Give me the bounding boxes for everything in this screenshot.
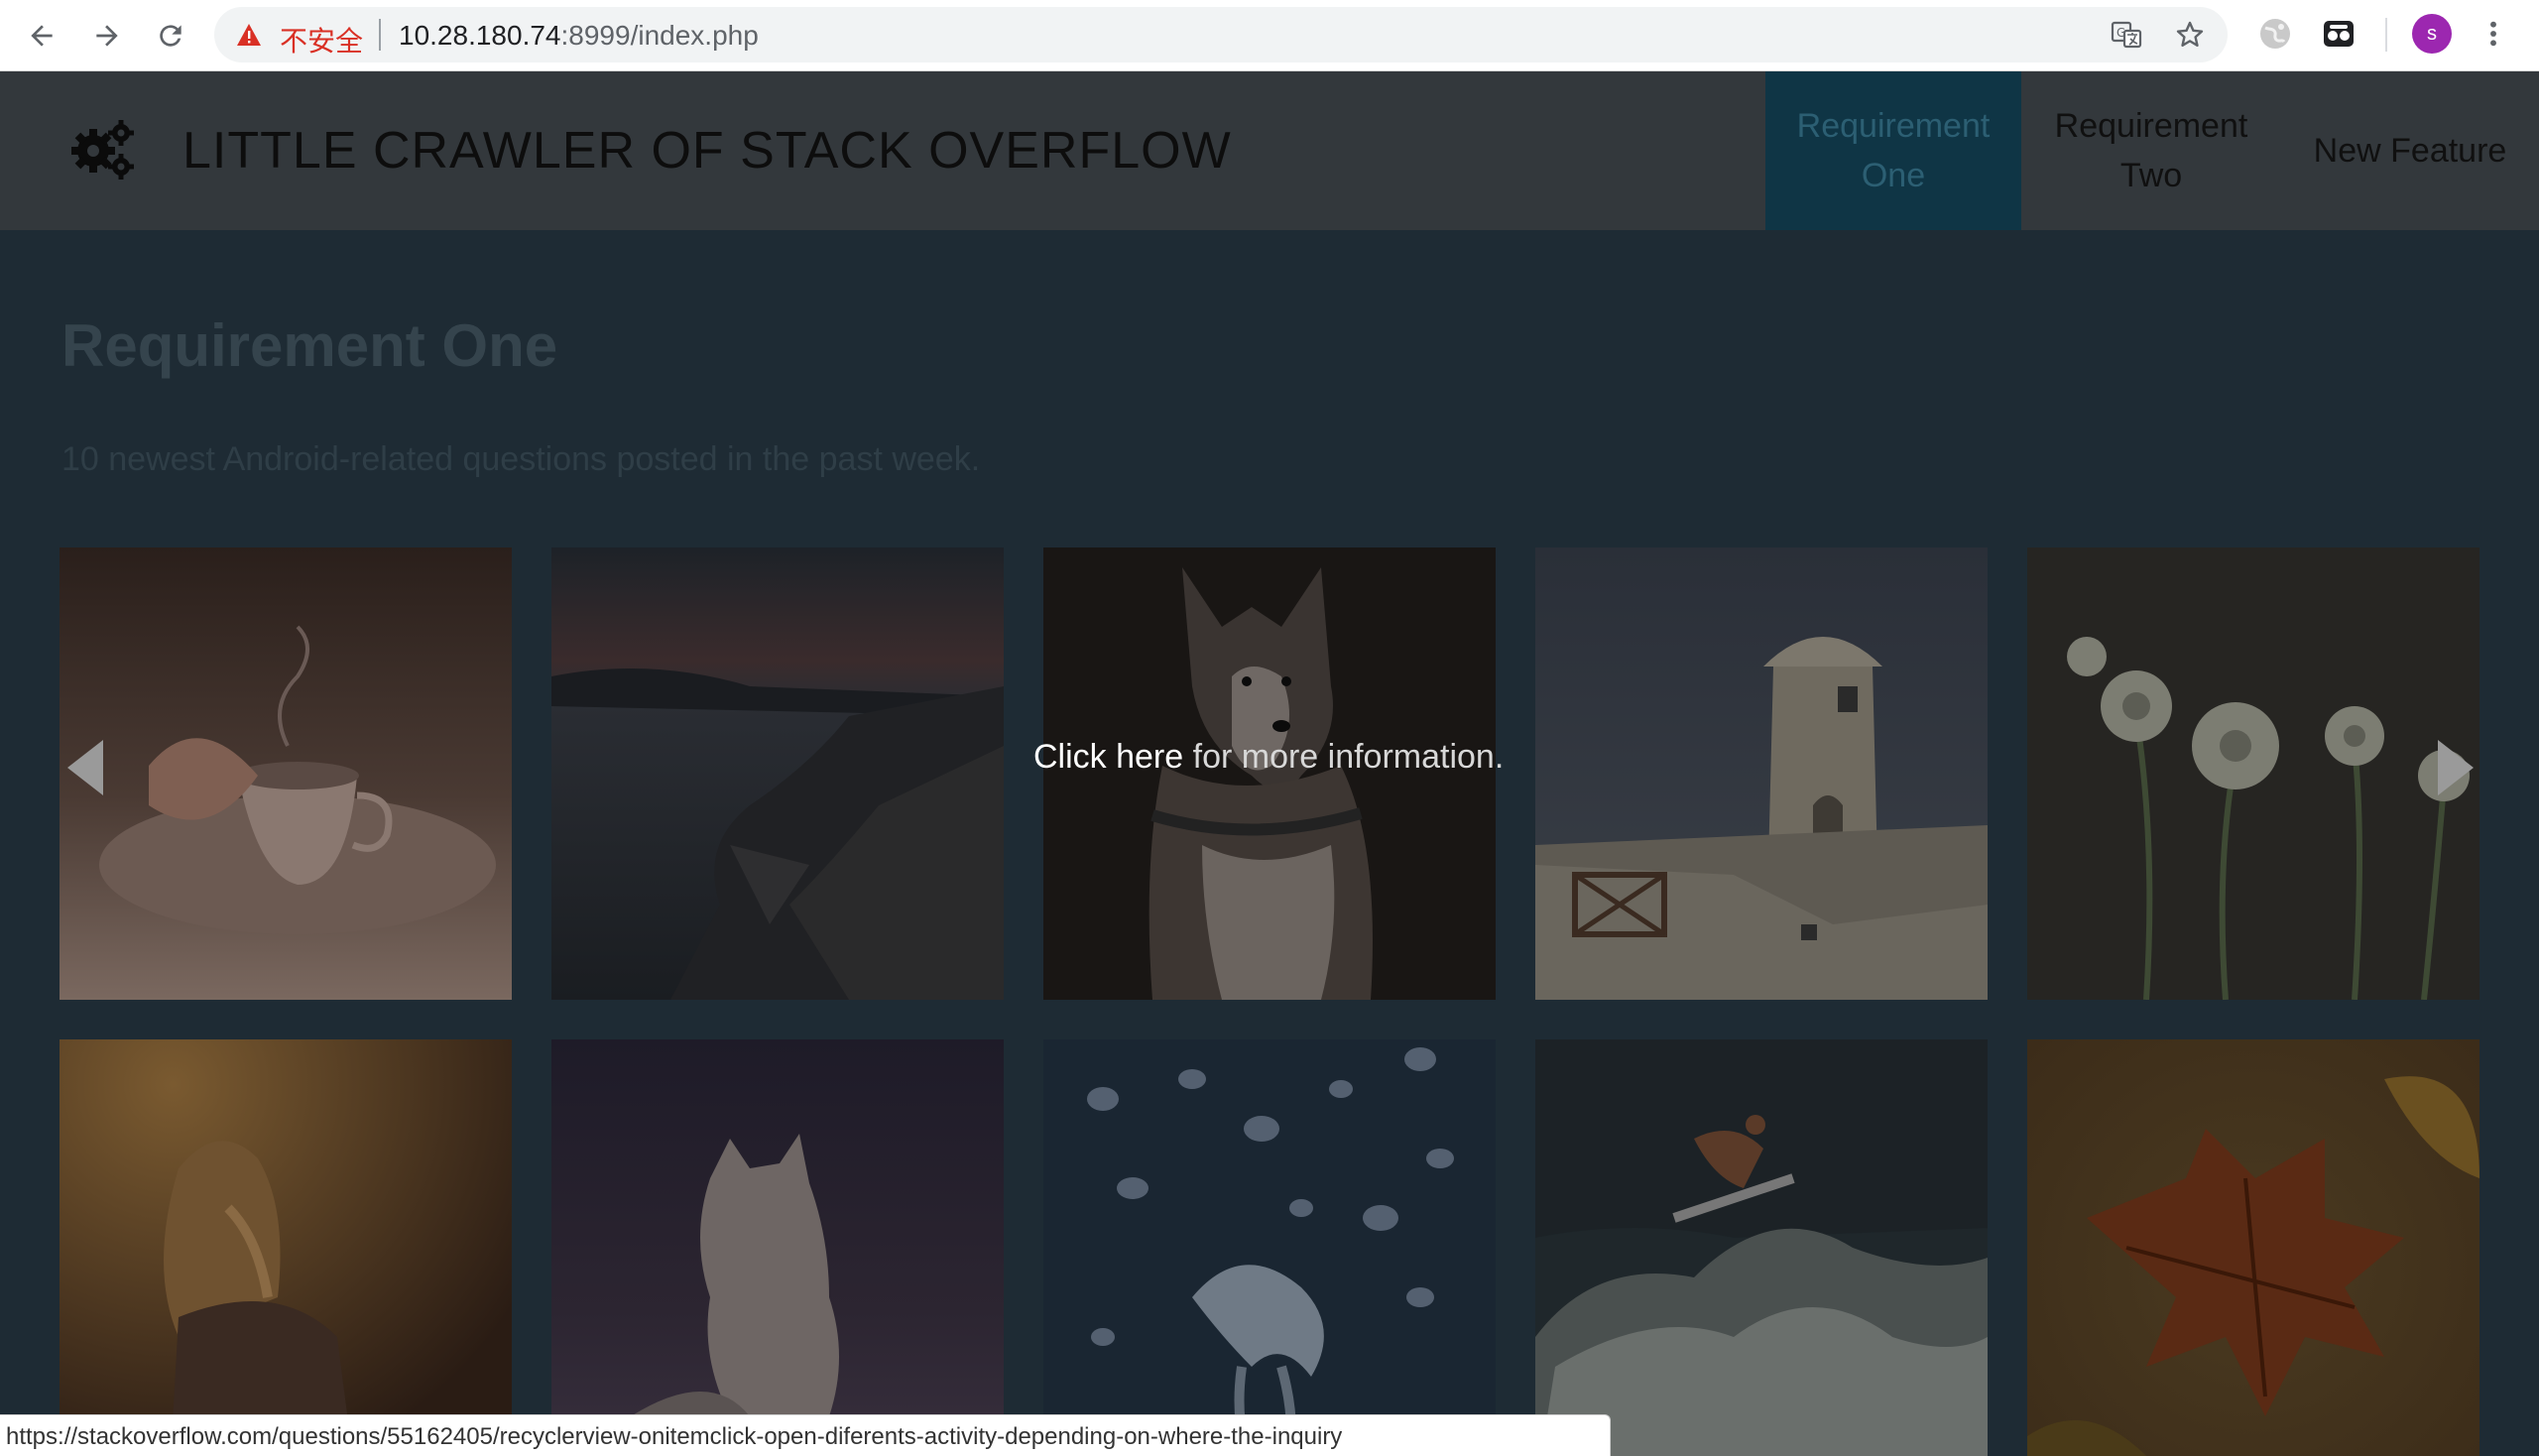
site-title: LITTLE CRAWLER OF STACK OVERFLOW (182, 122, 1232, 180)
browser-toolbar: 不安全 10.28.180.74:8999/index.php G s (0, 0, 2539, 71)
url-host: 10.28.180.74 (399, 20, 561, 51)
url-path: :8999/index.php (560, 20, 759, 51)
nav-label: Requirement Two (2054, 107, 2248, 194)
page-title: Requirement One (61, 312, 558, 379)
kebab-menu-icon[interactable] (2478, 16, 2509, 52)
arrow-left-icon (31, 25, 53, 47)
carousel-next-arrow-icon[interactable] (2436, 738, 2476, 797)
address-divider (379, 19, 381, 51)
nav-new-feature[interactable]: New Feature (2281, 71, 2539, 230)
tab-manager-extension-icon[interactable] (2321, 16, 2357, 52)
reload-icon (160, 25, 181, 47)
click-here-link[interactable]: Click here (1033, 738, 1183, 776)
surfer-wave-photo[interactable] (1535, 1039, 1988, 1456)
browser-status-bar: https://stackoverflow.com/questions/5516… (0, 1414, 1611, 1456)
translate-icon[interactable]: G (2111, 19, 2142, 51)
tea-cup-photo[interactable] (60, 547, 512, 1000)
tile-hover-caption: Click here for more information. (1033, 738, 1504, 777)
reload-button[interactable] (149, 14, 192, 58)
back-button[interactable] (20, 14, 63, 58)
nav-requirement-two[interactable]: Requirement Two (2023, 71, 2279, 230)
security-label[interactable]: 不安全 (280, 20, 363, 60)
nav-label: Requirement One (1796, 107, 1991, 194)
white-tower-photo[interactable] (1535, 547, 1988, 1000)
warning-icon (237, 24, 261, 46)
caption-rest: for more information. (1183, 738, 1505, 776)
carousel-prev-arrow-icon[interactable] (65, 738, 105, 797)
nav-requirement-one[interactable]: Requirement One (1765, 71, 2021, 230)
autumn-leaf-photo[interactable] (2027, 1039, 2479, 1456)
page-subtitle: 10 newest Android-related questions post… (61, 440, 981, 478)
rocky-coast-photo[interactable] (551, 547, 1004, 1000)
nav-label: New Feature (2313, 132, 2507, 170)
jellyfish-photo[interactable] (1043, 1039, 1496, 1456)
address-bar[interactable]: 不安全 10.28.180.74:8999/index.php G (214, 7, 2228, 62)
woman-sunset-photo[interactable] (60, 1039, 512, 1456)
arrow-right-icon (96, 25, 118, 47)
forward-button[interactable] (85, 14, 129, 58)
white-flowers-photo[interactable] (2027, 547, 2479, 1000)
url-text[interactable]: 10.28.180.74:8999/index.php (399, 20, 759, 52)
globe-extension-icon[interactable] (2257, 16, 2293, 52)
toolbar-divider (2385, 18, 2387, 52)
profile-avatar[interactable]: s (2412, 14, 2452, 54)
status-url: https://stackoverflow.com/questions/5516… (6, 1423, 1343, 1450)
star-bookmark-icon[interactable] (2174, 19, 2206, 51)
site-header: LITTLE CRAWLER OF STACK OVERFLOW Require… (0, 71, 2539, 230)
arctic-fox-photo[interactable] (551, 1039, 1004, 1456)
gears-icon (71, 120, 134, 180)
